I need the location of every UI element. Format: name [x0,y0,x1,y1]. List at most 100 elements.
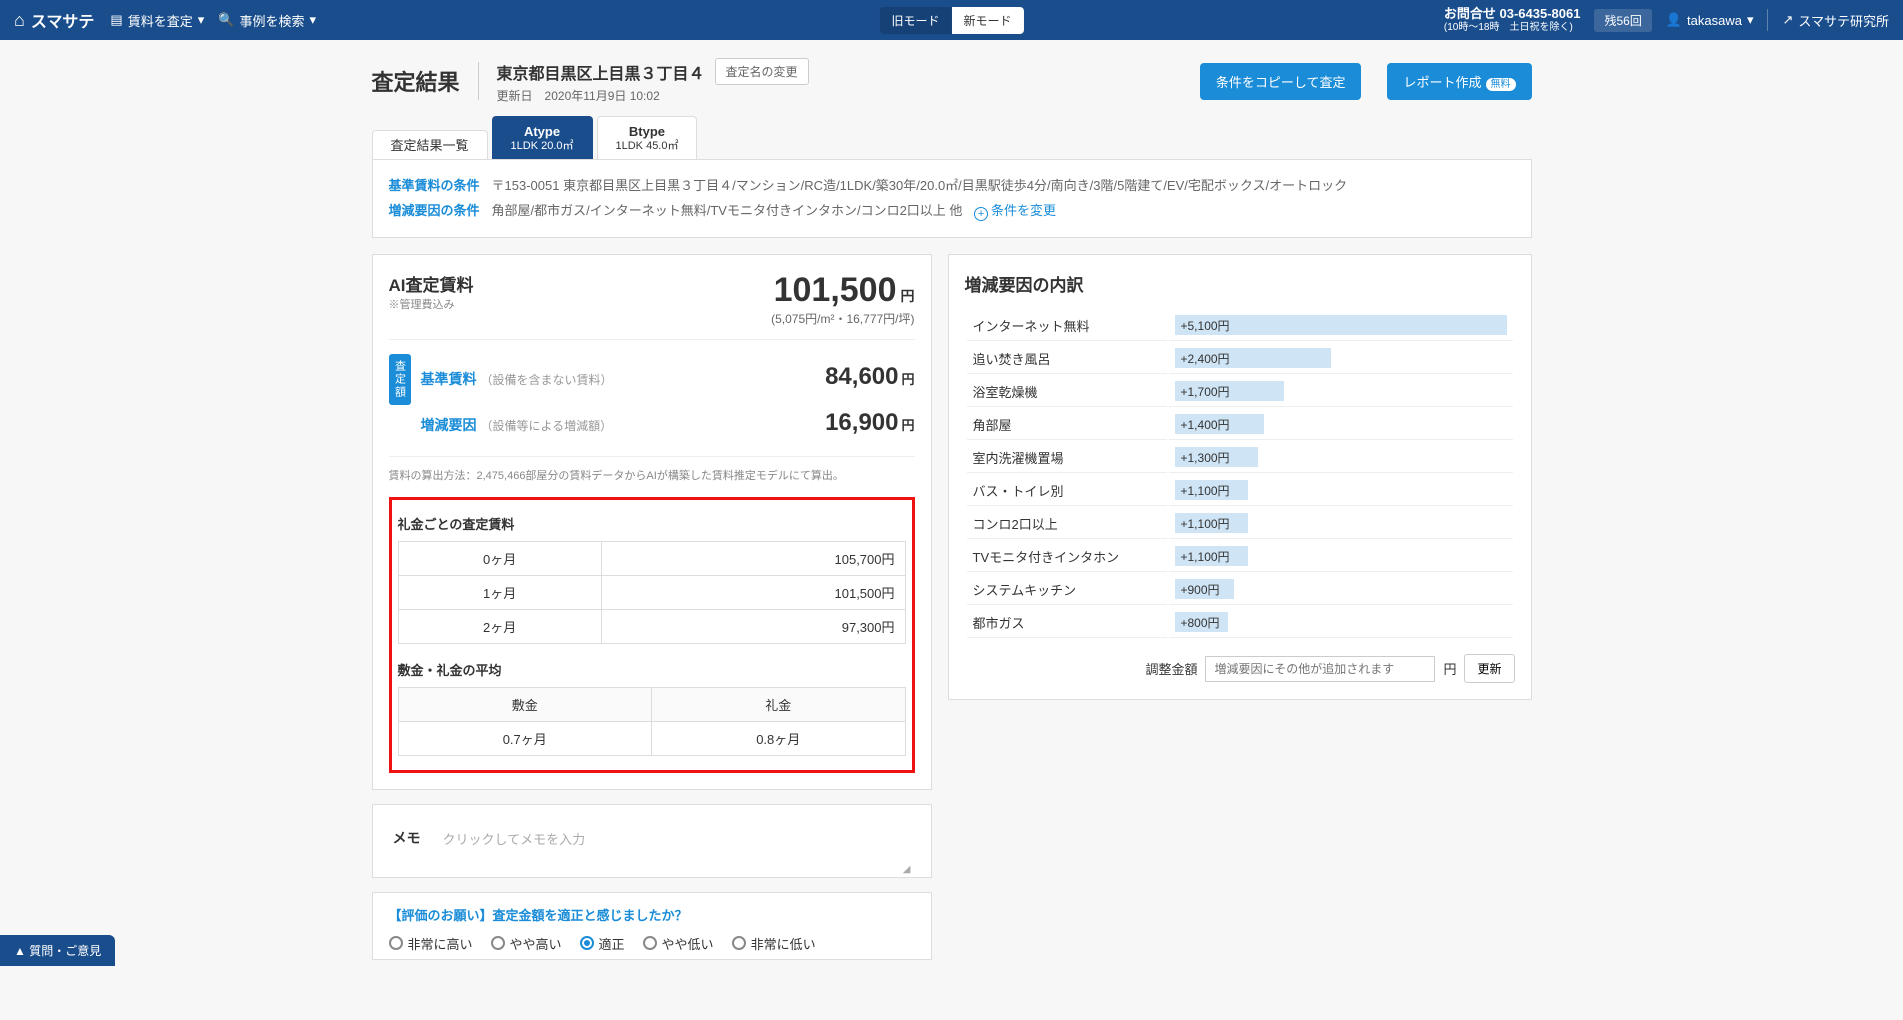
radio-icon [491,936,505,950]
contact-tel: お問合せ 03-6435-8061 [1444,6,1581,22]
ai-rent-title: AI査定賃料 [389,271,474,296]
factor-value: +900円 [1181,581,1220,598]
ai-rent-per: (5,075円/m²・16,777円/坪) [771,310,914,327]
memo-panel: メモ クリックしてメモを入力 ◢ [372,804,932,878]
radio-icon [732,936,746,950]
eval-option-label: やや低い [662,934,714,953]
eval-option[interactable]: やや高い [491,934,562,953]
divider [1767,9,1768,31]
nav-assess[interactable]: ▤ 賃料を査定 ▾ [110,11,204,30]
free-badge: 無料 [1486,78,1516,91]
copy-conditions-button[interactable]: 条件をコピーして査定 [1200,63,1362,100]
table-row: 1ヶ月101,500円 [398,575,905,609]
caret-down-icon: ▾ [1747,12,1754,28]
rename-button[interactable]: 査定名の変更 [715,58,809,85]
resize-handle-icon[interactable]: ◢ [389,864,915,875]
page-title: 査定結果 [372,65,460,97]
user-icon: 👤 [1666,12,1682,28]
feedback-button[interactable]: ▲ 質問・ご意見 [0,935,115,966]
tab-btype[interactable]: Btype1LDK 45.0㎡ [597,116,698,159]
reikin-table: 0ヶ月105,700円1ヶ月101,500円2ヶ月97,300円 [398,541,906,644]
factor-name: コンロ2口以上 [967,508,1167,539]
ext-link-label: スマサテ研究所 [1798,11,1889,30]
tab-atype[interactable]: Atype1LDK 20.0㎡ [492,116,593,159]
factor-row: システムキッチン +900円 [967,574,1513,605]
contact-hours: (10時～18時 土日祝を除く) [1444,22,1581,34]
factor-name: インターネット無料 [967,310,1167,341]
base-rent-value: 84,600 [825,363,898,390]
factor-label[interactable]: 増減要因 [421,417,477,433]
highlighted-box: 礼金ごとの査定賃料 0ヶ月105,700円1ヶ月101,500円2ヶ月97,30… [389,497,915,773]
tab-results-list[interactable]: 査定結果一覧 [372,130,488,159]
nav-search[interactable]: 🔍 事例を検索 ▾ [218,11,316,30]
mode-new[interactable]: 新モード [952,7,1024,34]
factor-bar: +1,100円 [1175,480,1507,500]
factor-bar: +5,100円 [1175,315,1507,335]
eval-option-label: 非常に高い [408,934,473,953]
mode-old[interactable]: 旧モード [879,7,951,34]
factor-bar: +1,700円 [1175,381,1507,401]
factor-name: バス・トイレ別 [967,475,1167,506]
base-rent-label[interactable]: 基準賃料 [421,371,477,387]
update-button[interactable]: 更新 [1464,654,1514,683]
factor-name: 角部屋 [967,409,1167,440]
reikin-month: 2ヶ月 [398,609,601,643]
logo[interactable]: ⌂ スマサテ [14,8,94,32]
assess-badge: 査定額 [389,354,411,405]
factor-name: TVモニタ付きインタホン [967,541,1167,572]
shikikin-header: 敷金 [398,687,652,721]
factor-name: 浴室乾燥機 [967,376,1167,407]
factors-panel: 増減要因の内訳 インターネット無料+5,100円追い焚き風呂+2,400円浴室乾… [948,254,1532,700]
evaluation-panel: 【評価のお願い】査定金額を適正と感じましたか？ 非常に高いやや高い 適正 やや低い非… [372,892,932,960]
factor-value: +2,400円 [1181,350,1230,367]
reikin-header: 礼金 [652,687,906,721]
ai-rent-panel: AI査定賃料 ※管理費込み 101,500円 (5,075円/m²・16,777… [372,254,932,789]
memo-input[interactable]: クリックしてメモを入力 [437,823,911,854]
contact: お問合せ 03-6435-8061 (10時～18時 土日祝を除く) [1444,6,1581,34]
shikikin-value: 0.7ヶ月 [398,721,652,755]
avg-title: 敷金・礼金の平均 [398,660,906,679]
change-conditions-link[interactable]: +条件を変更 [974,203,1056,218]
factor-value: +800円 [1181,614,1220,631]
factor-cond-label: 増減要因の条件 [389,199,480,224]
factor-row: バス・トイレ別 +1,100円 [967,475,1513,506]
ext-link[interactable]: ↗ スマサテ研究所 [1782,11,1889,30]
base-cond-value: 〒153-0051 東京都目黒区上目黒３丁目４/マンション/RC造/1LDK/築… [492,174,1348,199]
eval-option[interactable]: 非常に低い [732,934,816,953]
logo-text: スマサテ [31,8,95,32]
factors-table: インターネット無料+5,100円追い焚き風呂+2,400円浴室乾燥機+1,700… [965,308,1515,640]
factor-value: +1,100円 [1181,482,1230,499]
divider [478,62,479,100]
factor-value: +1,100円 [1181,548,1230,565]
eval-option[interactable]: 非常に高い [389,934,473,953]
factor-name: システムキッチン [967,574,1167,605]
factor-row: 浴室乾燥機 +1,700円 [967,376,1513,407]
evaluation-title: 【評価のお願い】査定金額を適正と感じましたか？ [389,905,915,924]
table-row: 2ヶ月97,300円 [398,609,905,643]
reikin-value: 0.8ヶ月 [652,721,906,755]
nav-search-label: 事例を検索 [239,11,304,30]
calc-note: 賃料の算出方法：2,475,466部屋分の賃料データからAIが構築した賃料推定モ… [389,457,915,493]
factor-row: 都市ガス+800円 [967,607,1513,638]
mode-toggle: 旧モード 新モード [879,7,1023,34]
caret-down-icon: ▾ [309,12,316,28]
factor-bar: +1,400円 [1175,414,1507,434]
yen-label: 円 [1443,659,1456,678]
factor-bar: +2,400円 [1175,348,1507,368]
adjust-input[interactable] [1205,656,1435,682]
factor-value: +1,300円 [1181,449,1230,466]
eval-option[interactable]: 適正 [580,934,625,953]
header: ⌂ スマサテ ▤ 賃料を査定 ▾ 🔍 事例を検索 ▾ 旧モード 新モード お問合… [0,0,1903,40]
factor-value: +1,700円 [1181,383,1230,400]
reikin-rent: 101,500円 [601,575,905,609]
factor-value: +5,100円 [1181,317,1230,334]
user-menu[interactable]: 👤 takasawa ▾ [1666,12,1754,28]
factor-row: 室内洗濯機置場+1,300円 [967,442,1513,473]
eval-option-label: 適正 [599,934,625,953]
title-row: 査定結果 東京都目黒区上目黒３丁目４ 査定名の変更 更新日 2020年11月9日… [372,58,1532,104]
external-link-icon: ↗ [1782,12,1793,28]
eval-option[interactable]: やや低い [643,934,714,953]
create-report-button[interactable]: レポート作成無料 [1387,63,1531,100]
remain-badge: 残56回 [1594,9,1651,32]
reikin-month: 0ヶ月 [398,541,601,575]
